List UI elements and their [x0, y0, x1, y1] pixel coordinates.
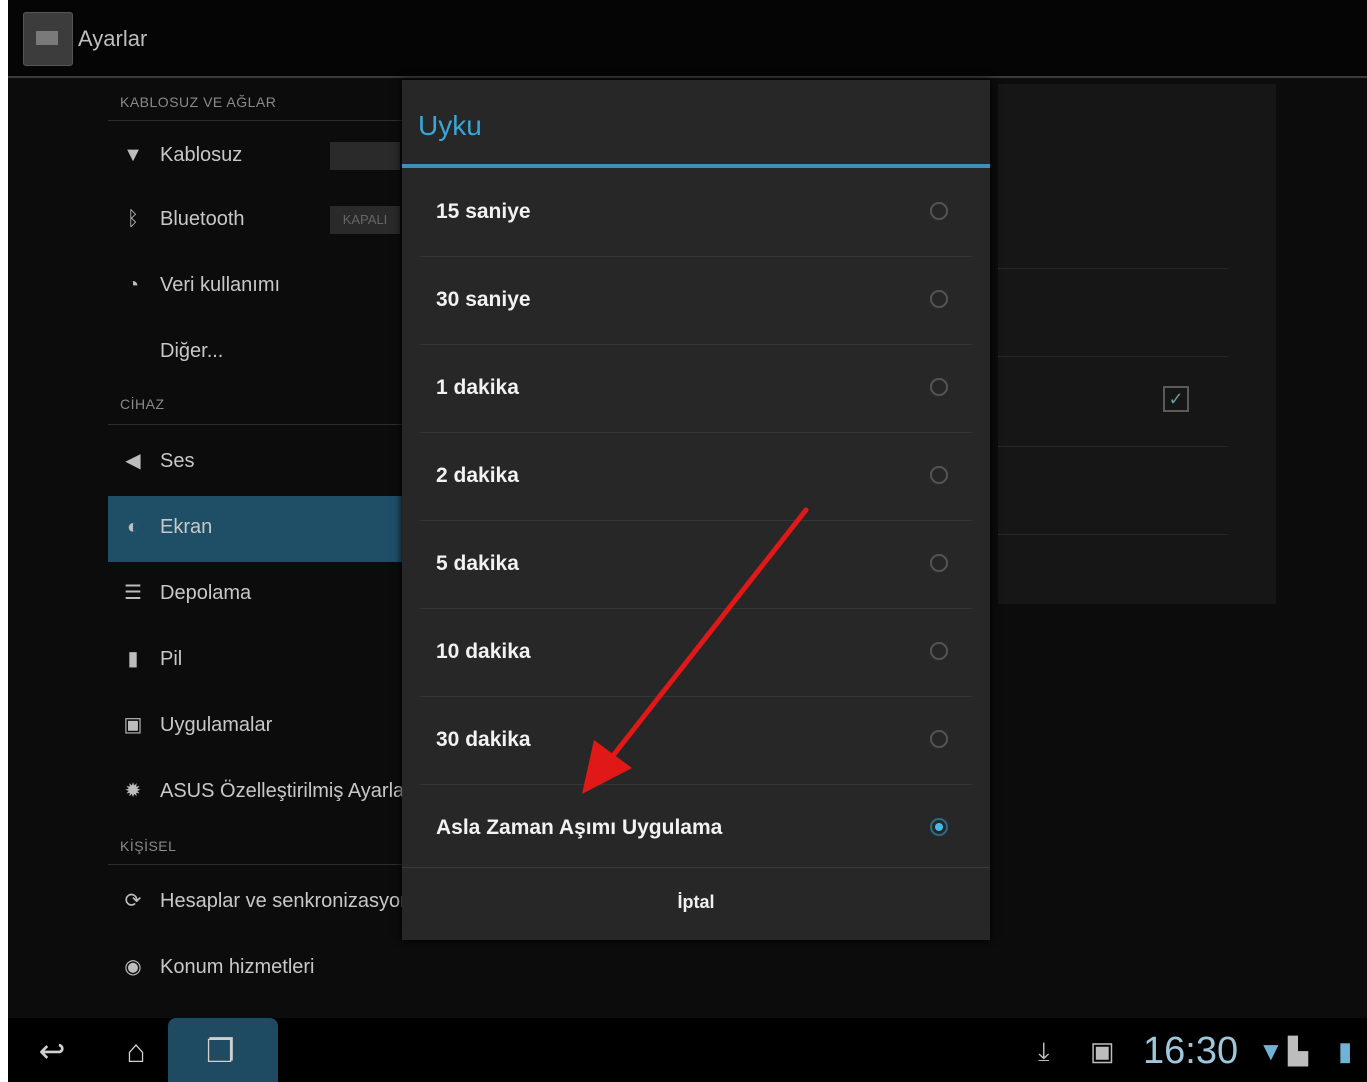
- section-header-device: CİHAZ: [120, 396, 165, 412]
- sidebar-item-bluetooth[interactable]: ᛒ Bluetooth KAPALI: [108, 188, 408, 252]
- sidebar-item-label: Uygulamalar: [160, 714, 273, 736]
- auto-rotate-checkbox[interactable]: ✓: [1163, 386, 1189, 412]
- divider: [998, 534, 1228, 535]
- battery-icon: ▮: [127, 648, 139, 670]
- divider: [108, 424, 408, 425]
- home-button[interactable]: ⌂: [106, 1026, 166, 1076]
- home-icon: ⌂: [126, 1033, 146, 1069]
- option-label: 10 dakika: [436, 640, 531, 663]
- sidebar-item-label: Ekran: [160, 516, 213, 538]
- sidebar-item-more[interactable]: Diğer...: [108, 320, 408, 384]
- divider: [998, 268, 1228, 269]
- sidebar-item-label: Kablosuz: [160, 144, 243, 166]
- screenshot-icon[interactable]: ▣: [1090, 1036, 1115, 1067]
- cancel-label: İptal: [677, 892, 715, 912]
- sidebar-item-asus-settings[interactable]: ✹ ASUS Özelleştirilmiş Ayarlar: [108, 760, 411, 824]
- data-usage-icon: ◔: [126, 274, 140, 296]
- sidebar-item-label: Konum hizmetleri: [160, 956, 315, 978]
- radio-button[interactable]: [930, 202, 948, 220]
- back-button[interactable]: ↩: [22, 1026, 82, 1076]
- sidebar-item-label: ASUS Özelleştirilmiş Ayarlar: [160, 780, 411, 802]
- radio-button[interactable]: [930, 378, 948, 396]
- divider: [998, 356, 1228, 357]
- sidebar-item-sound[interactable]: ◀ Ses: [108, 430, 408, 494]
- option-label: 30 dakika: [436, 728, 531, 751]
- sleep-option[interactable]: 30 saniye: [420, 256, 972, 345]
- settings-app-icon[interactable]: [23, 12, 73, 66]
- app-title: Ayarlar: [78, 26, 148, 51]
- display-icon: ◐: [126, 516, 140, 538]
- storage-icon: ☰: [124, 582, 142, 604]
- radio-button[interactable]: [930, 466, 948, 484]
- sidebar-item-accounts-sync[interactable]: ⟳ Hesaplar ve senkronizasyon: [108, 870, 412, 934]
- clock[interactable]: 16:30: [1143, 1030, 1238, 1073]
- bluetooth-icon: ᛒ: [127, 208, 139, 230]
- back-icon: ↩: [38, 1033, 66, 1069]
- option-label: 30 saniye: [436, 288, 531, 311]
- bluetooth-toggle[interactable]: KAPALI: [330, 206, 400, 234]
- sidebar-item-label: Hesaplar ve senkronizasyon: [160, 890, 412, 912]
- settings-list: KABLOSUZ VE AĞLAR ▼ Kablosuz ᛒ Bluetooth…: [108, 78, 412, 1018]
- radio-button-selected[interactable]: [930, 818, 948, 836]
- divider: [108, 120, 408, 121]
- wifi-toggle[interactable]: [330, 142, 400, 170]
- option-label: 2 dakika: [436, 464, 519, 487]
- location-icon: ◉: [124, 956, 142, 978]
- gear-icon: ✹: [124, 780, 142, 802]
- radio-button[interactable]: [930, 554, 948, 572]
- sound-icon: ◀: [125, 450, 141, 472]
- battery-status-icon: ▙: [1288, 1036, 1308, 1066]
- radio-button[interactable]: [930, 290, 948, 308]
- sleep-option[interactable]: 15 saniye: [420, 168, 972, 257]
- option-label: Asla Zaman Aşımı Uygulama: [436, 816, 723, 839]
- divider: [108, 864, 408, 865]
- section-header-wireless: KABLOSUZ VE AĞLAR: [120, 94, 277, 110]
- tablet-screen: Ayarlar KABLOSUZ VE AĞLAR ▼ Kablosuz ᛒ B…: [8, 0, 1367, 1082]
- sidebar-item-display[interactable]: ◐ Ekran: [108, 496, 408, 562]
- sidebar-item-data-usage[interactable]: ◔ Veri kullanımı: [108, 254, 408, 318]
- display-settings-panel: ✓: [998, 84, 1276, 604]
- sidebar-item-label: Depolama: [160, 582, 252, 604]
- sidebar-item-wifi[interactable]: ▼ Kablosuz: [108, 124, 408, 188]
- option-label: 5 dakika: [436, 552, 519, 575]
- section-header-personal: KİŞİSEL: [120, 838, 177, 854]
- option-label: 15 saniye: [436, 200, 531, 223]
- sidebar-item-battery[interactable]: ▮ Pil: [108, 628, 408, 692]
- cancel-button[interactable]: İptal: [402, 867, 990, 941]
- sleep-option[interactable]: 1 dakika: [420, 344, 972, 433]
- download-icon[interactable]: ⤓: [1038, 1036, 1050, 1068]
- sidebar-item-label: Ses: [160, 450, 195, 472]
- wifi-icon: ▼: [123, 144, 143, 166]
- sidebar-item-apps[interactable]: ▣ Uygulamalar: [108, 694, 408, 758]
- option-label: 1 dakika: [436, 376, 519, 399]
- apps-icon: ▣: [123, 714, 143, 736]
- sidebar-item-storage[interactable]: ☰ Depolama: [108, 562, 408, 626]
- action-bar: Ayarlar: [8, 0, 1367, 78]
- sidebar-item-label: Bluetooth: [160, 208, 245, 230]
- recent-apps-button[interactable]: ❐: [168, 1018, 278, 1082]
- radio-button[interactable]: [930, 730, 948, 748]
- divider: [998, 446, 1228, 447]
- recent-apps-icon: ❐: [206, 1033, 235, 1069]
- system-nav-bar: ↩ ⌂ ❐ ⤓ ▣ 16:30 ▼ ▙ ▮: [8, 1018, 1367, 1082]
- sidebar-item-label: Pil: [160, 648, 183, 670]
- sidebar-item-location[interactable]: ◉ Konum hizmetleri: [108, 936, 408, 1000]
- sidebar-item-label: Diğer...: [160, 340, 224, 362]
- radio-button[interactable]: [930, 642, 948, 660]
- dialog-title: Uyku: [418, 110, 482, 141]
- annotation-arrow: [582, 507, 809, 794]
- battery-level-icon: ▮: [1338, 1036, 1353, 1066]
- sync-icon: ⟳: [124, 890, 142, 912]
- sidebar-item-label: Veri kullanımı: [160, 274, 281, 296]
- wifi-signal-icon: ▼: [1258, 1036, 1284, 1066]
